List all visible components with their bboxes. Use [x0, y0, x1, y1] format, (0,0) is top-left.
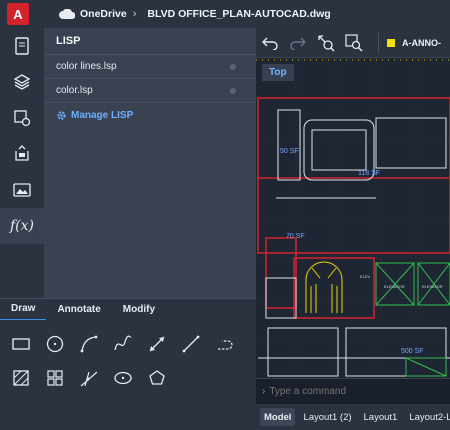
canvas-toolbar: A-ANNO- [256, 28, 450, 58]
redo-button[interactable] [284, 29, 312, 57]
spline-tool[interactable] [109, 330, 137, 358]
xline-icon [80, 371, 98, 387]
array-tool[interactable] [41, 364, 69, 392]
attach-icon [15, 145, 29, 161]
lisp-item-label: color.lsp [56, 85, 93, 96]
construction-line-tool[interactable] [75, 364, 103, 392]
rail-blocks[interactable] [0, 100, 44, 136]
tool-rail: f(x) [0, 28, 44, 298]
rail-layers[interactable] [0, 64, 44, 100]
lisp-item-label: color lines.lsp [56, 61, 117, 72]
polyline-tool[interactable] [211, 330, 239, 358]
status-dot-icon [230, 63, 236, 70]
command-input[interactable] [269, 386, 430, 397]
arc-tool[interactable] [75, 330, 103, 358]
line-icon [182, 335, 200, 353]
view-cube-label[interactable]: Top [262, 64, 294, 81]
command-line: › [256, 378, 450, 404]
rail-lisp[interactable]: f(x) [0, 208, 44, 244]
lisp-item[interactable]: color lines.lsp [44, 55, 256, 79]
rectangle-icon [12, 338, 30, 350]
redo-icon [290, 37, 306, 50]
rectangle-tool[interactable] [7, 330, 35, 358]
room-label: ELEVATOR [384, 284, 405, 289]
undo-button[interactable] [256, 29, 284, 57]
ray-tool[interactable] [143, 330, 171, 358]
blocks-icon [14, 110, 31, 127]
tab-annotate[interactable]: Annotate [46, 299, 111, 321]
tab-model[interactable]: Model [260, 408, 296, 426]
line-tool[interactable] [177, 330, 205, 358]
room-label: 70 SF [286, 233, 305, 240]
rail-xref[interactable] [0, 136, 44, 172]
room-label: 500 SF [401, 348, 424, 355]
drawing-canvas[interactable]: 50 SF 118 SF 70 SF 500 SF ELEVATOR ELEVA… [256, 28, 450, 378]
ellipse-tool[interactable] [109, 364, 137, 392]
document-icon [15, 37, 29, 55]
zoom-window-icon [345, 33, 363, 52]
ellipse-icon [114, 371, 132, 385]
panel-title: LISP [44, 28, 256, 55]
command-prompt-icon: › [262, 386, 266, 397]
layers-icon [13, 74, 31, 90]
palette-tabs: Draw Annotate Modify [0, 298, 256, 321]
floor-plan-drawing[interactable]: 50 SF 118 SF 70 SF 500 SF ELEVATOR ELEVA… [256, 58, 450, 378]
select-zoom-icon [318, 34, 335, 52]
autocad-logo[interactable]: A [7, 3, 29, 25]
circle-icon [46, 335, 64, 353]
undo-icon [262, 37, 278, 50]
manage-lisp-label: Manage LISP [71, 109, 134, 121]
function-icon: f(x) [9, 218, 34, 234]
polyline-icon [218, 340, 233, 350]
file-name[interactable]: BLVD OFFICE_PLAN-AUTOCAD.dwg [147, 8, 330, 20]
arc-icon [80, 335, 98, 353]
lisp-panel: LISP color lines.lsp color.lsp Manage LI… [44, 28, 256, 298]
layout-tabs: Model Layout1 (2) Layout1 Layout2-La [256, 404, 450, 430]
status-dot-icon [230, 87, 236, 94]
double-arrow-icon [149, 336, 165, 352]
rail-images[interactable] [0, 172, 44, 208]
tab-layout1[interactable]: Layout1 [360, 408, 402, 426]
tab-layout2[interactable]: Layout2-La [405, 408, 450, 426]
room-label: 50 SF [280, 148, 299, 155]
circle-tool[interactable] [41, 330, 69, 358]
layer-color-swatch [387, 38, 395, 47]
rail-sheet-set[interactable] [0, 28, 44, 64]
breadcrumb-separator: › [132, 8, 137, 20]
select-button[interactable] [312, 29, 340, 57]
zoom-window-button[interactable] [340, 29, 368, 57]
room-label: ELEVATOR [422, 284, 443, 289]
grid-icon [47, 370, 63, 386]
pentagon-icon [149, 370, 165, 385]
tab-modify[interactable]: Modify [112, 299, 166, 321]
gear-icon [57, 110, 66, 120]
image-icon [13, 183, 31, 197]
spline-icon [114, 335, 132, 351]
draw-tool-palette [0, 320, 256, 430]
layer-name: A-ANNO- [402, 37, 441, 48]
room-label: 118 SF [358, 170, 380, 177]
lisp-item[interactable]: color.lsp [44, 79, 256, 103]
tab-layout1-2[interactable]: Layout1 (2) [299, 408, 355, 426]
polygon-tool[interactable] [143, 364, 171, 392]
breadcrumb-location[interactable]: OneDrive [80, 8, 127, 20]
title-bar: A OneDrive › BLVD OFFICE_PLAN-AUTOCAD.dw… [0, 0, 450, 28]
hatch-icon [13, 370, 29, 386]
layer-selector[interactable]: A-ANNO- [378, 32, 441, 53]
hatch-tool[interactable] [7, 364, 35, 392]
tab-draw[interactable]: Draw [0, 299, 47, 321]
cloud-icon [59, 9, 75, 19]
manage-lisp-link[interactable]: Manage LISP [44, 106, 256, 124]
room-label: ELEV [360, 274, 371, 279]
